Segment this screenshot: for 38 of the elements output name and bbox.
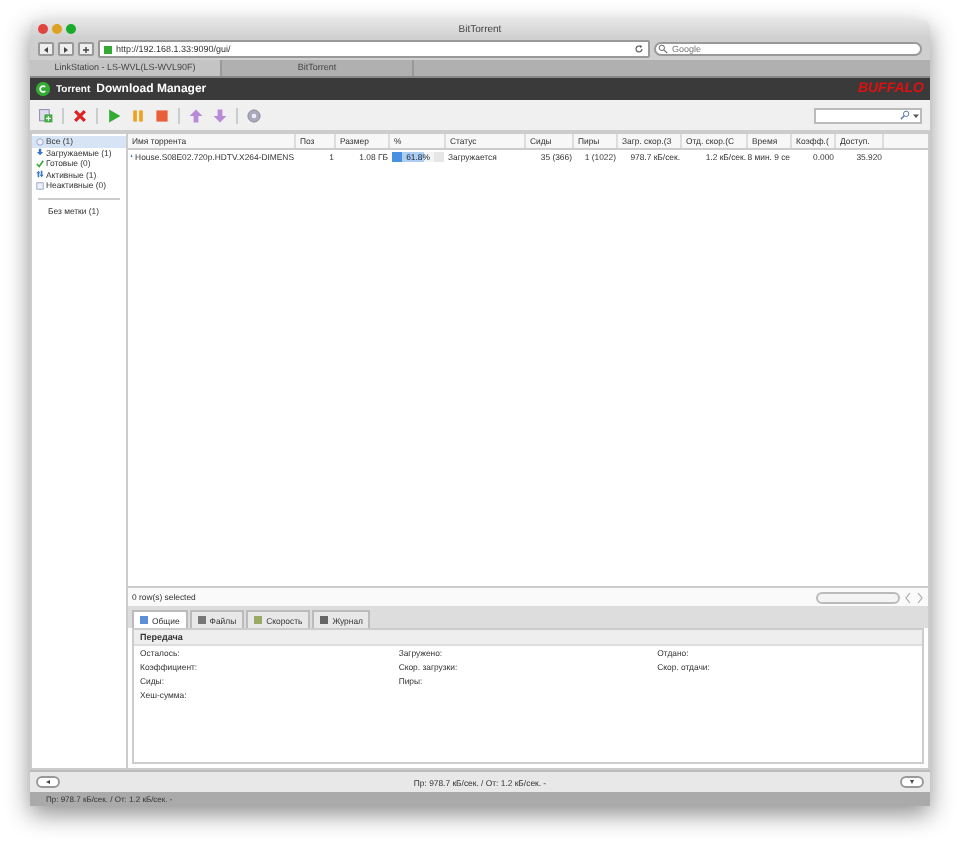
list-icon	[36, 181, 44, 190]
tab-icon	[140, 616, 148, 624]
filter-field[interactable]	[814, 107, 922, 123]
play-icon[interactable]	[106, 107, 122, 123]
check-icon	[36, 159, 44, 168]
next-icon[interactable]	[916, 591, 924, 603]
left-triangle-icon	[42, 45, 50, 53]
left-triangle-icon	[44, 778, 52, 786]
caret-icon[interactable]	[912, 111, 920, 119]
delete-icon[interactable]	[72, 107, 88, 123]
settings-icon[interactable]	[246, 107, 262, 123]
stop-icon[interactable]	[154, 107, 170, 123]
tab-icon	[254, 616, 263, 624]
minimize-icon[interactable]	[52, 24, 62, 34]
search-icon	[658, 44, 668, 54]
scroll-right-button[interactable]	[900, 776, 924, 788]
tab-icon	[197, 616, 206, 624]
up-down-arrows-icon	[36, 170, 44, 179]
down-triangle-icon	[908, 778, 916, 786]
back-button[interactable]	[38, 42, 54, 56]
circle-icon	[36, 137, 44, 146]
previous-icon[interactable]	[904, 591, 912, 603]
zoom-icon[interactable]	[66, 24, 76, 34]
scroll-left-button[interactable]	[36, 776, 60, 788]
scrollbar[interactable]	[816, 591, 900, 603]
search-icon[interactable]	[900, 110, 910, 120]
add-icon[interactable]	[38, 107, 54, 123]
add-bookmark-button[interactable]	[78, 42, 94, 56]
forward-button[interactable]	[58, 42, 74, 56]
right-triangle-icon	[62, 45, 70, 53]
plus-icon	[82, 45, 90, 53]
logo-icon	[36, 82, 50, 96]
tab-icon	[320, 616, 329, 624]
close-icon[interactable]	[38, 24, 48, 34]
pause-icon[interactable]	[130, 107, 146, 123]
reload-icon[interactable]	[634, 44, 644, 54]
up-arrow-icon[interactable]	[188, 107, 204, 123]
site-icon	[104, 45, 112, 53]
